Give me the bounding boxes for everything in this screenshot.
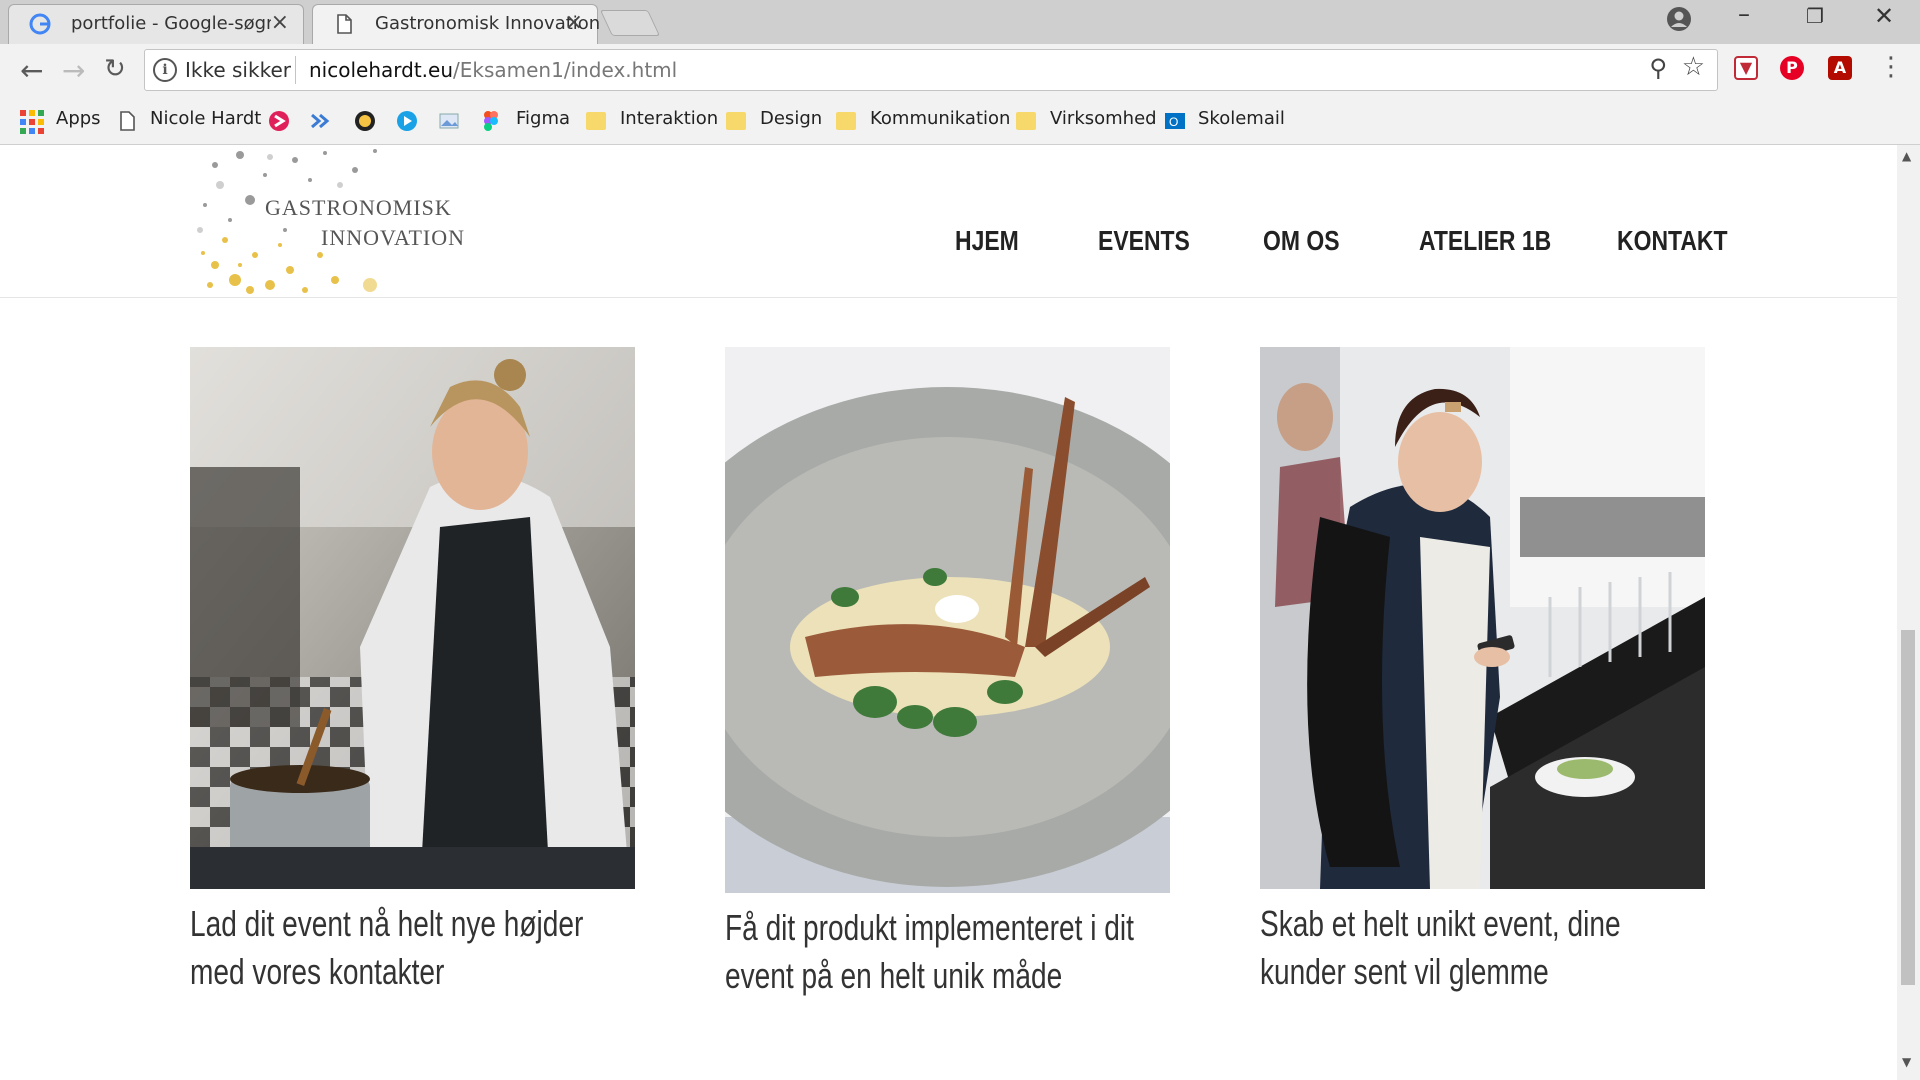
browser-toolbar: ← → ↻ i Ikke sikker nicolehardt.eu/Eksam… [0,44,1920,98]
bookmark-folder-design[interactable]: Design [760,108,822,129]
tab-gastronomisk[interactable]: Gastronomisk Innovation × [312,4,600,44]
bookmark-folder-interaktion[interactable]: Interaktion [620,108,718,129]
back-icon[interactable]: ← [20,54,43,87]
google-icon [29,13,51,35]
info-icon[interactable]: i [153,58,177,82]
page-icon [120,111,135,131]
smiley-icon[interactable] [354,110,376,132]
nav-events[interactable]: EVENTS [1098,225,1190,257]
adobe-pdf-extension-icon[interactable]: A [1828,56,1852,80]
card-image-chef[interactable] [190,347,635,889]
site-logo[interactable]: GASTRONOMISK INNOVATION [195,145,495,297]
bookmark-folder-kommunikation[interactable]: Kommunikation [870,108,1010,129]
nav-hjem[interactable]: HJEM [955,225,1019,257]
figma-icon [484,111,498,131]
url-text[interactable]: nicolehardt.eu/Eksamen1/index.html [309,58,677,82]
outlook-icon: O [1165,113,1185,129]
site-header: GASTRONOMISK INNOVATION HJEM EVENTS OM O… [0,145,1897,298]
browser-menu-icon[interactable]: ⋮ [1878,52,1904,82]
address-bar[interactable]: i Ikke sikker nicolehardt.eu/Eksamen1/in… [144,49,1718,91]
bookmark-folder-virksomhed[interactable]: Virksomhed [1050,108,1157,129]
bookmarks-bar: Apps Nicole Hardt Figma Interaktion Desi… [0,98,1920,145]
image-icon[interactable] [438,110,460,132]
tab-label: portfolie - Google-søgning [71,13,271,34]
tab-google[interactable]: portfolie - Google-søgning × [8,4,304,44]
pinterest-extension-icon[interactable]: P [1780,56,1804,80]
logo-line-1: GASTRONOMISK [265,195,452,220]
bookmark-nicole-hardt[interactable]: Nicole Hardt [150,108,261,129]
folder-icon [836,112,856,130]
folder-icon [1016,112,1036,130]
tab-strip: portfolie - Google-søgning × Gastronomis… [0,0,1920,45]
page-scrollbar[interactable]: ▲ ▼ [1897,145,1920,1080]
reload-icon[interactable]: ↻ [104,54,126,84]
nav-om-os[interactable]: OM OS [1263,225,1340,257]
close-icon[interactable]: × [565,10,583,35]
zoom-icon[interactable]: ⚲ [1649,54,1667,82]
bookmark-figma[interactable]: Figma [516,108,570,129]
new-tab-button[interactable] [599,10,661,36]
card-caption: Lad dit event nå helt nye højder med vor… [190,903,584,992]
close-icon[interactable]: × [271,10,289,35]
scroll-thumb[interactable] [1901,630,1915,985]
card-image-dish[interactable] [725,347,1170,893]
nav-atelier-1b[interactable]: ATELIER 1B [1419,225,1551,257]
bookmark-star-icon[interactable]: ☆ [1682,52,1705,82]
security-label: Ikke sikker [185,58,291,82]
bookmark-apps[interactable]: Apps [56,108,101,129]
bookmark-skolemail[interactable]: Skolemail [1198,108,1285,129]
card-caption: Få dit produkt implementeret i dit event… [725,907,1134,996]
play-icon[interactable] [396,110,418,132]
forward-icon[interactable]: → [62,54,85,87]
pocket-extension-icon[interactable]: ▼ [1734,56,1758,80]
page-icon [337,14,352,34]
double-chevron-icon[interactable] [310,110,332,132]
svg-text:O: O [1169,115,1178,129]
minimize-icon[interactable]: – [1738,0,1750,28]
apps-icon[interactable] [20,110,44,134]
restore-icon[interactable]: ❐ [1806,4,1824,28]
scroll-down-icon[interactable]: ▼ [1902,1055,1911,1069]
profile-icon[interactable] [1666,6,1692,32]
folder-icon [586,112,606,130]
logo-line-2: INNOVATION [321,225,466,250]
folder-icon [726,112,746,130]
card-caption: Skab et helt unikt event, dine kunder se… [1260,903,1621,992]
red-arrow-icon[interactable] [268,110,290,132]
scroll-up-icon[interactable]: ▲ [1902,149,1911,163]
nav-kontakt[interactable]: KONTAKT [1617,225,1728,257]
close-window-icon[interactable]: ✕ [1874,2,1894,30]
card-image-guest[interactable] [1260,347,1705,889]
